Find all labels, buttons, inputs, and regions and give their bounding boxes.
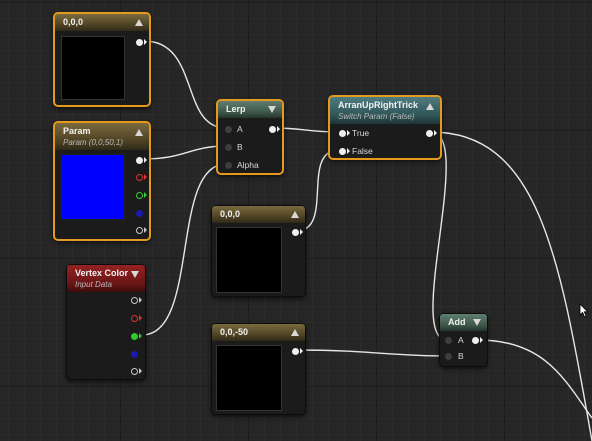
wire-c000-to-lerp-a	[143, 40, 227, 129]
wire-param-to-lerp-b	[143, 145, 227, 160]
wire-switch-offscreen	[430, 131, 592, 441]
node-subtitle: Input Data	[75, 280, 112, 289]
node-header[interactable]: Param Param (0,0,50,1)	[55, 123, 149, 150]
node-preview	[216, 345, 282, 411]
input-pin-false[interactable]	[339, 148, 346, 155]
constant-node-000-b[interactable]: 0,0,0	[211, 205, 306, 297]
arrow-right-icon	[139, 368, 142, 374]
vertex-color-node[interactable]: Vertex Color Input Data	[66, 264, 146, 380]
arrow-right-icon	[434, 130, 437, 136]
node-subtitle: Param (0,0,50,1)	[63, 138, 124, 147]
triangle-down-icon[interactable]	[131, 271, 139, 278]
arrow-right-icon	[144, 157, 147, 163]
node-header[interactable]: Add	[440, 314, 487, 331]
output-pin-rgb[interactable]	[136, 157, 143, 164]
arrow-right-icon	[144, 192, 147, 198]
input-pin-true[interactable]	[339, 130, 346, 137]
node-header[interactable]: 0,0,0	[212, 206, 305, 223]
color-preview	[61, 154, 125, 220]
node-title: 0,0,0	[63, 17, 84, 27]
arrow-right-icon	[144, 39, 147, 45]
output-pin-r[interactable]	[136, 174, 143, 181]
arrow-right-icon	[347, 148, 350, 154]
input-pin-a[interactable]	[445, 337, 452, 344]
triangle-up-icon[interactable]	[135, 129, 143, 136]
input-pin-b[interactable]	[225, 144, 232, 151]
output-pin[interactable]	[292, 348, 299, 355]
node-title: 0,0,0	[220, 209, 241, 219]
pin-label-a: A	[458, 335, 464, 345]
input-pin-b[interactable]	[445, 353, 452, 360]
output-pin-rgb[interactable]	[131, 297, 138, 304]
arrow-right-icon	[347, 130, 350, 136]
node-title: Param	[63, 126, 91, 136]
input-pin-alpha[interactable]	[225, 162, 232, 169]
arrow-right-icon	[139, 333, 142, 339]
pin-label-b: B	[237, 142, 243, 152]
arrow-right-icon	[139, 297, 142, 303]
node-subtitle: Switch Param (False)	[338, 112, 415, 121]
node-title: 0,0,-50	[220, 327, 249, 337]
arrow-right-icon	[300, 229, 303, 235]
pin-label-true: True	[352, 128, 370, 138]
output-pin-r[interactable]	[131, 315, 138, 322]
triangle-down-icon[interactable]	[473, 319, 481, 326]
arrow-right-icon	[144, 227, 147, 233]
output-pin[interactable]	[426, 130, 433, 137]
pin-label-a: A	[237, 124, 243, 134]
input-pin-a[interactable]	[225, 126, 232, 133]
output-pin-a[interactable]	[136, 227, 143, 234]
mouse-cursor-icon	[579, 303, 589, 318]
constant-node-000[interactable]: 0,0,0	[53, 12, 151, 107]
output-pin[interactable]	[292, 229, 299, 236]
output-pin-a[interactable]	[131, 368, 138, 375]
arrow-right-icon	[139, 315, 142, 321]
node-header[interactable]: Vertex Color Input Data	[67, 265, 145, 292]
node-preview	[216, 227, 282, 293]
arrow-right-icon	[144, 174, 147, 180]
triangle-up-icon[interactable]	[291, 329, 299, 336]
static-switch-param-node[interactable]: ArranUpRightTrick Switch Param (False) T…	[328, 95, 442, 160]
node-title: Vertex Color	[75, 268, 129, 278]
output-pin[interactable]	[269, 126, 276, 133]
wire-add-offscreen	[477, 339, 592, 419]
arrow-right-icon	[300, 348, 303, 354]
node-header[interactable]: 0,0,0	[55, 14, 149, 31]
triangle-up-icon[interactable]	[426, 103, 434, 110]
pin-label-alpha: Alpha	[237, 160, 259, 170]
node-header[interactable]: 0,0,-50	[212, 324, 305, 341]
pin-label-false: False	[352, 146, 373, 156]
triangle-up-icon[interactable]	[291, 211, 299, 218]
node-preview	[61, 36, 125, 100]
constant-node-00-50[interactable]: 0,0,-50	[211, 323, 306, 415]
output-pin-g[interactable]	[136, 192, 143, 199]
output-pin[interactable]	[472, 337, 479, 344]
node-title: ArranUpRightTrick	[338, 100, 419, 110]
output-pin-b[interactable]	[131, 351, 138, 358]
add-node[interactable]: Add A B	[439, 313, 488, 367]
arrow-right-icon	[277, 126, 280, 132]
lerp-node[interactable]: Lerp A B Alpha	[216, 99, 284, 175]
node-header[interactable]: ArranUpRightTrick Switch Param (False)	[330, 97, 440, 124]
param-node[interactable]: Param Param (0,0,50,1)	[53, 121, 151, 241]
node-title: Add	[448, 317, 466, 327]
triangle-up-icon[interactable]	[135, 19, 143, 26]
wire-switch-to-add-a	[430, 131, 448, 341]
output-pin-g[interactable]	[131, 333, 138, 340]
pin-label-b: B	[458, 351, 464, 361]
arrow-right-icon	[480, 337, 483, 343]
output-pin-b[interactable]	[136, 210, 143, 217]
wire-c0050-to-add-b	[295, 349, 448, 357]
output-pin[interactable]	[136, 39, 143, 46]
node-title: Lerp	[226, 104, 246, 114]
node-header[interactable]: Lerp	[218, 101, 282, 118]
triangle-down-icon[interactable]	[268, 106, 276, 113]
